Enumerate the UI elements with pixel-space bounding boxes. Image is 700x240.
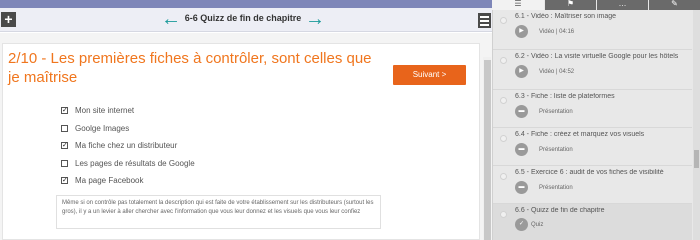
next-question-button[interactable]: Suivant > xyxy=(393,65,466,85)
pencil-icon: ✎ xyxy=(671,0,678,8)
lesson-title: 6.6 - Quizz de fin de chapitre xyxy=(515,207,605,214)
lesson-meta: Quiz xyxy=(531,222,544,228)
chapter-header: + ← 6-6 Quizz de fin de chapitre → xyxy=(0,8,492,32)
lesson-item[interactable]: 6.4 - Fiche : créez et marquez vos visue… xyxy=(493,128,692,166)
answer-label: Ma fiche chez un distributeur xyxy=(75,141,178,151)
content-scrollbar-thumb[interactable] xyxy=(484,60,491,240)
answer-option[interactable]: Les pages de résultats de Google xyxy=(61,155,195,173)
answer-label: Les pages de résultats de Google xyxy=(75,158,195,168)
next-arrow-icon[interactable]: → xyxy=(304,9,326,31)
sidebar-scrollbar[interactable] xyxy=(693,10,700,240)
sidebar-scrollbar-thumb[interactable] xyxy=(694,150,699,168)
completion-dot xyxy=(500,135,507,142)
tab-discussion[interactable]: … xyxy=(597,0,648,10)
video-icon: ▶ xyxy=(515,65,528,78)
chat-icon: … xyxy=(618,0,627,8)
flag-icon: ⚑ xyxy=(566,0,575,8)
answer-label: Goolge Images xyxy=(75,123,130,133)
checkbox[interactable]: ✓ xyxy=(61,142,68,150)
top-accent-strip xyxy=(0,0,492,8)
presentation-icon: ▬ xyxy=(515,181,528,194)
checkbox[interactable] xyxy=(61,124,68,132)
answer-label: Mon site internet xyxy=(75,106,135,116)
lesson-item[interactable]: 6.1 - Vidéo : Maîtriser son image ▶ Vidé… xyxy=(493,10,692,50)
completion-dot xyxy=(500,173,507,180)
lesson-title: 6.5 - Exercice 6 : audit de vos fiches d… xyxy=(515,169,664,176)
question-text: 2/10 - Les premières fiches à contrôler,… xyxy=(8,50,372,86)
lesson-title: 6.3 - Fiche : liste de plateformes xyxy=(515,93,615,100)
tab-outline[interactable]: ☰ xyxy=(492,0,544,10)
lesson-title: 6.2 - Vidéo : La visite virtuelle Google… xyxy=(515,53,679,60)
checkbox[interactable]: ✓ xyxy=(61,107,68,115)
answer-option[interactable]: ✓ Mon site internet xyxy=(61,102,195,120)
completion-dot xyxy=(500,17,507,24)
lesson-meta: Présentation xyxy=(539,147,573,153)
tab-notes[interactable]: ✎ xyxy=(649,0,700,10)
lesson-meta: Présentation xyxy=(539,185,573,191)
completion-dot xyxy=(500,97,507,104)
hamburger-menu-icon[interactable] xyxy=(478,13,491,28)
presentation-icon: ▬ xyxy=(515,143,528,156)
add-button[interactable]: + xyxy=(1,12,16,27)
completion-dot xyxy=(500,211,507,218)
answer-options: ✓ Mon site internet Goolge Images ✓ Ma f… xyxy=(61,102,195,190)
completion-dot xyxy=(500,57,507,64)
answer-option[interactable]: ✓ Ma fiche chez un distributeur xyxy=(61,137,195,155)
previous-arrow-icon[interactable]: ← xyxy=(160,9,182,31)
tab-bookmarks[interactable]: ⚑ xyxy=(545,0,596,10)
presentation-icon: ▬ xyxy=(515,105,528,118)
lesson-item[interactable]: 6.3 - Fiche : liste de plateformes ▬ Pré… xyxy=(493,90,692,128)
lesson-item[interactable]: 6.2 - Vidéo : La visite virtuelle Google… xyxy=(493,50,692,90)
answer-explanation: Même si on contrôle pas totalement la de… xyxy=(56,195,381,229)
lesson-item-current[interactable]: 6.6 - Quizz de fin de chapitre ✓ Quiz xyxy=(493,204,692,240)
list-icon: ☰ xyxy=(514,0,522,8)
video-icon: ▶ xyxy=(515,25,528,38)
checkbox[interactable] xyxy=(61,159,68,167)
chapter-title: 6-6 Quizz de fin de chapitre xyxy=(184,13,302,23)
lesson-title: 6.4 - Fiche : créez et marquez vos visue… xyxy=(515,131,645,138)
sidebar-tabs: ☰ ⚑ … ✎ xyxy=(492,0,700,10)
lesson-meta: Présentation xyxy=(539,109,573,115)
answer-option[interactable]: ✓ Ma page Facebook xyxy=(61,172,195,190)
lesson-meta: Vidéo | 04:16 xyxy=(539,29,575,35)
lesson-meta: Vidéo | 04:52 xyxy=(539,69,575,75)
lesson-item[interactable]: 6.5 - Exercice 6 : audit de vos fiches d… xyxy=(493,166,692,204)
quiz-icon: ✓ xyxy=(515,218,528,231)
lesson-title: 6.1 - Vidéo : Maîtriser son image xyxy=(515,13,617,20)
answer-option[interactable]: Goolge Images xyxy=(61,120,195,138)
answer-label: Ma page Facebook xyxy=(75,176,144,186)
quiz-player: + ← 6-6 Quizz de fin de chapitre → 2/10 … xyxy=(0,0,700,240)
checkbox[interactable]: ✓ xyxy=(61,177,68,185)
